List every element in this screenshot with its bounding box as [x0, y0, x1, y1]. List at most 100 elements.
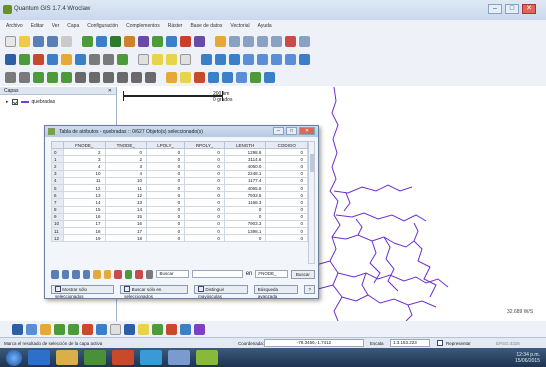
table-cell[interactable]: 0	[184, 219, 225, 229]
table-cell[interactable]: 18	[63, 227, 106, 236]
column-header-rpoly[interactable]: RPOLY_	[184, 141, 225, 149]
system-tray[interactable]: 12:34 p.m. 15/06/2015	[515, 352, 540, 364]
table-row[interactable]: 7 14 13 0 0 1168.3 0	[50, 198, 308, 207]
add-raster-icon[interactable]	[96, 35, 107, 47]
row-number[interactable]: 8	[50, 205, 65, 214]
map-tips-icon[interactable]	[243, 53, 254, 65]
browser-icon[interactable]	[26, 323, 37, 335]
table-row[interactable]: 11 18 17 0 0 1398.1 0	[50, 227, 308, 236]
new-bookmark-icon[interactable]	[257, 53, 268, 65]
table-cell[interactable]: 0	[146, 169, 186, 178]
zoom-last-icon[interactable]	[89, 53, 100, 65]
menu-archivo[interactable]: Archivo	[6, 23, 23, 29]
move-label-icon[interactable]	[208, 71, 219, 83]
zoom-full-icon[interactable]	[47, 53, 58, 65]
table-cell[interactable]: 0	[265, 191, 308, 200]
column-header-fnode[interactable]: FNODE_	[63, 141, 106, 149]
maximize-button[interactable]: □	[505, 4, 519, 14]
table-cell[interactable]: 0	[146, 227, 186, 236]
add-wms-icon[interactable]	[138, 35, 149, 47]
table-cell[interactable]: 3114.6	[223, 155, 267, 164]
zoom-to-selection-icon[interactable]	[93, 269, 101, 279]
add-csv-icon[interactable]	[166, 35, 177, 47]
table-cell[interactable]: 0	[146, 205, 186, 214]
menu-configuracion[interactable]: Configuración	[87, 23, 118, 29]
menu-editar[interactable]: Editar	[31, 23, 44, 29]
search-selected-only-checkbox[interactable]: Buscar sólo en seleccionados	[120, 284, 189, 299]
table-cell[interactable]: 0	[146, 212, 186, 221]
table-cell[interactable]: 12	[104, 191, 148, 200]
taskbar-browser-icon[interactable]	[112, 350, 134, 365]
spatial-query-icon[interactable]	[180, 323, 191, 335]
table-cell[interactable]: 0	[265, 234, 308, 243]
row-number[interactable]: 1	[50, 155, 65, 164]
select-features-icon[interactable]	[152, 53, 163, 65]
measure-angle-icon[interactable]	[229, 53, 240, 65]
table-cell[interactable]: 0	[265, 176, 308, 185]
menu-ver[interactable]: Ver	[52, 23, 60, 29]
table-cell[interactable]: 11	[104, 183, 148, 193]
table-cell[interactable]: 0	[265, 219, 308, 229]
layer-visibility-checkbox[interactable]	[11, 99, 18, 105]
row-number[interactable]: 4	[50, 176, 65, 185]
copy-rows-icon[interactable]	[82, 269, 91, 279]
table-cell[interactable]: 3	[63, 155, 106, 164]
table-cell[interactable]: 0	[104, 147, 148, 157]
menu-raster[interactable]: Ráster	[168, 23, 183, 29]
move-feature-icon[interactable]	[271, 35, 282, 47]
table-row[interactable]: 9 16 15 0 0 0 0	[50, 212, 308, 221]
pan-icon[interactable]	[5, 53, 16, 65]
save-as-icon[interactable]	[47, 35, 58, 47]
table-cell[interactable]: 0	[146, 183, 186, 193]
table-cell[interactable]: 0	[184, 147, 225, 157]
layers-panel-close-button[interactable]: ✕	[108, 88, 112, 94]
identify-icon[interactable]	[138, 53, 149, 65]
pin-labels-icon[interactable]	[180, 71, 191, 83]
table-cell[interactable]: 0	[146, 176, 186, 185]
cut-features-icon[interactable]	[299, 35, 310, 47]
table-cell[interactable]: 14	[63, 198, 106, 207]
help-icon[interactable]	[299, 53, 310, 65]
new-column-icon[interactable]	[124, 269, 133, 279]
row-number[interactable]: 6	[50, 191, 65, 200]
table-cell[interactable]: 12	[63, 183, 106, 193]
open-attribute-table-icon[interactable]	[180, 53, 191, 65]
add-wfs-icon[interactable]	[152, 35, 163, 47]
table-cell[interactable]: 0	[223, 212, 267, 221]
table-cell[interactable]: 13	[63, 191, 106, 200]
table-row[interactable]: 5 12 11 0 0 4065.6 0	[50, 183, 308, 193]
table-cell[interactable]: 4060.0	[223, 162, 267, 171]
menu-ayuda[interactable]: Ayuda	[258, 23, 272, 29]
table-cell[interactable]: 4	[63, 162, 106, 171]
row-number[interactable]: 11	[50, 227, 65, 236]
table-cell[interactable]: 0	[265, 169, 308, 178]
table-cell[interactable]: 14	[104, 205, 148, 214]
attr-minimize-button[interactable]: –	[273, 127, 284, 135]
table-cell[interactable]: 16	[63, 212, 106, 221]
add-part-icon[interactable]	[61, 71, 72, 83]
add-vector-icon[interactable]	[82, 35, 93, 47]
taskbar-app-icon[interactable]	[168, 350, 190, 365]
delete-feature-icon[interactable]	[285, 35, 296, 47]
add-ring-icon[interactable]	[47, 71, 58, 83]
capture-polygon-icon[interactable]	[257, 35, 268, 47]
table-cell[interactable]: 4	[104, 169, 148, 178]
python-console-icon[interactable]	[264, 71, 275, 83]
table-cell[interactable]: 0	[146, 147, 186, 157]
change-label-icon[interactable]	[236, 71, 247, 83]
table-cell[interactable]: 0	[265, 162, 308, 171]
table-cell[interactable]: 18	[104, 234, 148, 243]
search-button[interactable]: Buscar	[290, 269, 315, 279]
interpolation-icon[interactable]	[152, 323, 163, 335]
redo-icon[interactable]	[19, 71, 30, 83]
table-cell[interactable]: 0	[265, 155, 308, 164]
table-cell[interactable]: 0	[265, 147, 308, 157]
case-sensitive-checkbox[interactable]: Distinguir mayúsculas	[194, 284, 248, 299]
search-input[interactable]	[192, 270, 243, 278]
column-header-codigo[interactable]: CODIGO	[265, 141, 308, 149]
row-number[interactable]: 10	[50, 219, 65, 229]
print-composer-icon[interactable]	[61, 35, 72, 47]
delete-column-icon[interactable]	[135, 269, 143, 279]
menu-complementos[interactable]: Complementos	[126, 23, 160, 29]
table-row[interactable]: 4 11 10 0 0 1177.4 0	[50, 176, 308, 185]
